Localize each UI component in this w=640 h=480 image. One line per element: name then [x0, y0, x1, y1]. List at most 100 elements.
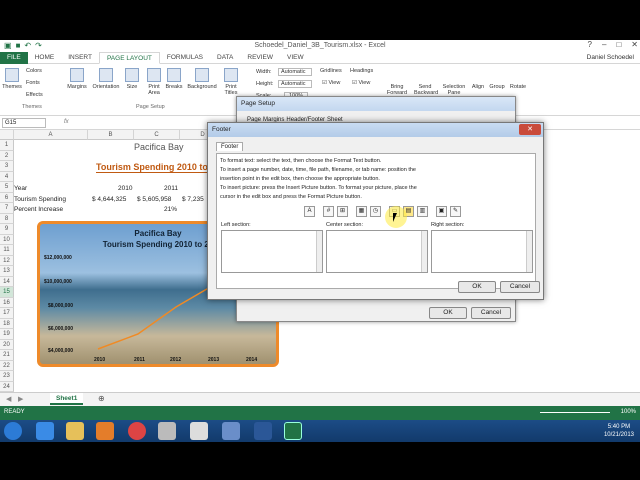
start-button-icon[interactable]: [4, 422, 22, 440]
page-setup-cancel-button[interactable]: Cancel: [471, 307, 511, 319]
maximize-button[interactable]: □: [616, 40, 621, 49]
background-button[interactable]: Background: [186, 68, 218, 90]
print-area-button[interactable]: Print Area: [144, 68, 164, 96]
tab-review[interactable]: REVIEW: [240, 52, 280, 64]
app-icon[interactable]: [222, 422, 240, 440]
footer-tab[interactable]: Footer: [216, 142, 244, 151]
row-header[interactable]: 16: [0, 297, 14, 308]
page-setup-ok-button[interactable]: OK: [429, 307, 467, 319]
left-section-input[interactable]: [221, 230, 323, 273]
gridlines-view-checkbox[interactable]: ☑ View: [322, 80, 340, 86]
colors-button[interactable]: Colors: [26, 68, 42, 74]
row-header[interactable]: 22: [0, 360, 14, 371]
footer-ok-button[interactable]: OK: [458, 281, 496, 293]
file-explorer-icon[interactable]: [66, 422, 84, 440]
tab-home[interactable]: HOME: [28, 52, 62, 64]
cell-b4[interactable]: 2010: [118, 185, 132, 192]
cell-a5[interactable]: Tourism Spending: [14, 196, 66, 203]
format-picture-icon[interactable]: ✎: [450, 206, 461, 217]
media-player-icon[interactable]: [96, 422, 114, 440]
row-header[interactable]: 9: [0, 224, 14, 235]
orientation-button[interactable]: Orientation: [90, 68, 122, 90]
cell-c5[interactable]: $ 5,605,958: [137, 196, 171, 203]
insert-picture-icon[interactable]: ▣: [436, 206, 447, 217]
row-header[interactable]: 24: [0, 381, 14, 392]
app-icon[interactable]: [158, 422, 176, 440]
headings-view-checkbox[interactable]: ☑ View: [352, 80, 370, 86]
row-header[interactable]: 14: [0, 276, 14, 287]
send-backward-button[interactable]: Send Backward: [414, 84, 438, 96]
tab-view[interactable]: VIEW: [280, 52, 311, 64]
row-header[interactable]: 21: [0, 350, 14, 361]
tab-page-layout[interactable]: PAGE LAYOUT: [98, 51, 160, 64]
row-header[interactable]: 19: [0, 329, 14, 340]
cell-a4[interactable]: Year: [14, 185, 27, 192]
cell-c6[interactable]: 21%: [164, 206, 177, 213]
row-header[interactable]: 5: [0, 182, 14, 193]
system-clock[interactable]: 5:40 PM 10/21/2013: [604, 423, 634, 439]
row-header[interactable]: 7: [0, 203, 14, 214]
excel-icon[interactable]: [284, 422, 302, 440]
word-icon[interactable]: [254, 422, 272, 440]
help-button[interactable]: ?: [588, 40, 592, 49]
row-header[interactable]: 4: [0, 171, 14, 182]
size-button[interactable]: Size: [124, 68, 140, 90]
zoom-slider[interactable]: [540, 412, 610, 413]
cell-d5[interactable]: $ 7,235: [182, 196, 204, 203]
sheet-name-icon[interactable]: ▥: [417, 206, 428, 217]
row-header[interactable]: 10: [0, 234, 14, 245]
group-button[interactable]: Group: [488, 84, 506, 90]
cell-c4[interactable]: 2011: [164, 185, 178, 192]
row-header[interactable]: 1: [0, 140, 14, 151]
format-text-icon[interactable]: A: [304, 206, 315, 217]
row-header[interactable]: 11: [0, 245, 14, 256]
name-box[interactable]: G15: [2, 118, 46, 128]
tab-formulas[interactable]: FORMULAS: [160, 52, 210, 64]
effects-button[interactable]: Effects: [26, 92, 43, 98]
row-header[interactable]: 18: [0, 318, 14, 329]
print-titles-button[interactable]: Print Titles: [220, 68, 242, 96]
row-header[interactable]: 17: [0, 308, 14, 319]
cell-b5[interactable]: $ 4,644,325: [92, 196, 126, 203]
fx-icon[interactable]: fx: [64, 119, 69, 125]
internet-explorer-icon[interactable]: [36, 422, 54, 440]
page-number-icon[interactable]: #: [323, 206, 334, 217]
sheet-tab-sheet1[interactable]: Sheet1: [50, 393, 84, 405]
breaks-button[interactable]: Breaks: [164, 68, 184, 90]
column-header-b[interactable]: B: [88, 130, 134, 140]
width-select[interactable]: Automatic: [278, 68, 312, 76]
column-header-c[interactable]: C: [134, 130, 180, 140]
tab-data[interactable]: DATA: [210, 52, 240, 64]
center-section-input[interactable]: [326, 230, 428, 273]
cell-a6[interactable]: Percent Increase: [14, 206, 63, 213]
prev-sheet-icon[interactable]: ◀: [6, 395, 11, 403]
date-icon[interactable]: ▦: [356, 206, 367, 217]
next-sheet-icon[interactable]: ▶: [18, 395, 23, 403]
footer-close-button[interactable]: ✕: [519, 124, 541, 135]
number-of-pages-icon[interactable]: ⊞: [337, 206, 348, 217]
user-name[interactable]: Daniel Schoedel: [587, 54, 634, 61]
row-header[interactable]: 2: [0, 150, 14, 161]
themes-button[interactable]: Themes: [2, 68, 22, 90]
column-header-a[interactable]: A: [14, 130, 88, 140]
align-button[interactable]: Align: [470, 84, 486, 90]
row-header[interactable]: 20: [0, 339, 14, 350]
selection-pane-button[interactable]: Selection Pane: [440, 84, 468, 96]
right-section-input[interactable]: [431, 230, 533, 273]
tab-file[interactable]: FILE: [0, 51, 28, 64]
left-section-scrollbar[interactable]: [316, 231, 322, 272]
row-header[interactable]: 12: [0, 255, 14, 266]
row-header[interactable]: 6: [0, 192, 14, 203]
height-select[interactable]: Automatic: [278, 80, 312, 88]
time-icon[interactable]: ◷: [370, 206, 381, 217]
fonts-button[interactable]: Fonts: [26, 80, 40, 86]
new-sheet-icon[interactable]: ⊕: [98, 394, 105, 403]
tab-insert[interactable]: INSERT: [61, 52, 99, 64]
right-section-scrollbar[interactable]: [526, 231, 532, 272]
row-header[interactable]: 23: [0, 371, 14, 382]
footer-cancel-button[interactable]: Cancel: [500, 281, 540, 293]
chrome-icon[interactable]: [128, 422, 146, 440]
close-button[interactable]: ✕: [631, 40, 638, 49]
row-header[interactable]: 8: [0, 213, 14, 224]
center-section-scrollbar[interactable]: [421, 231, 427, 272]
